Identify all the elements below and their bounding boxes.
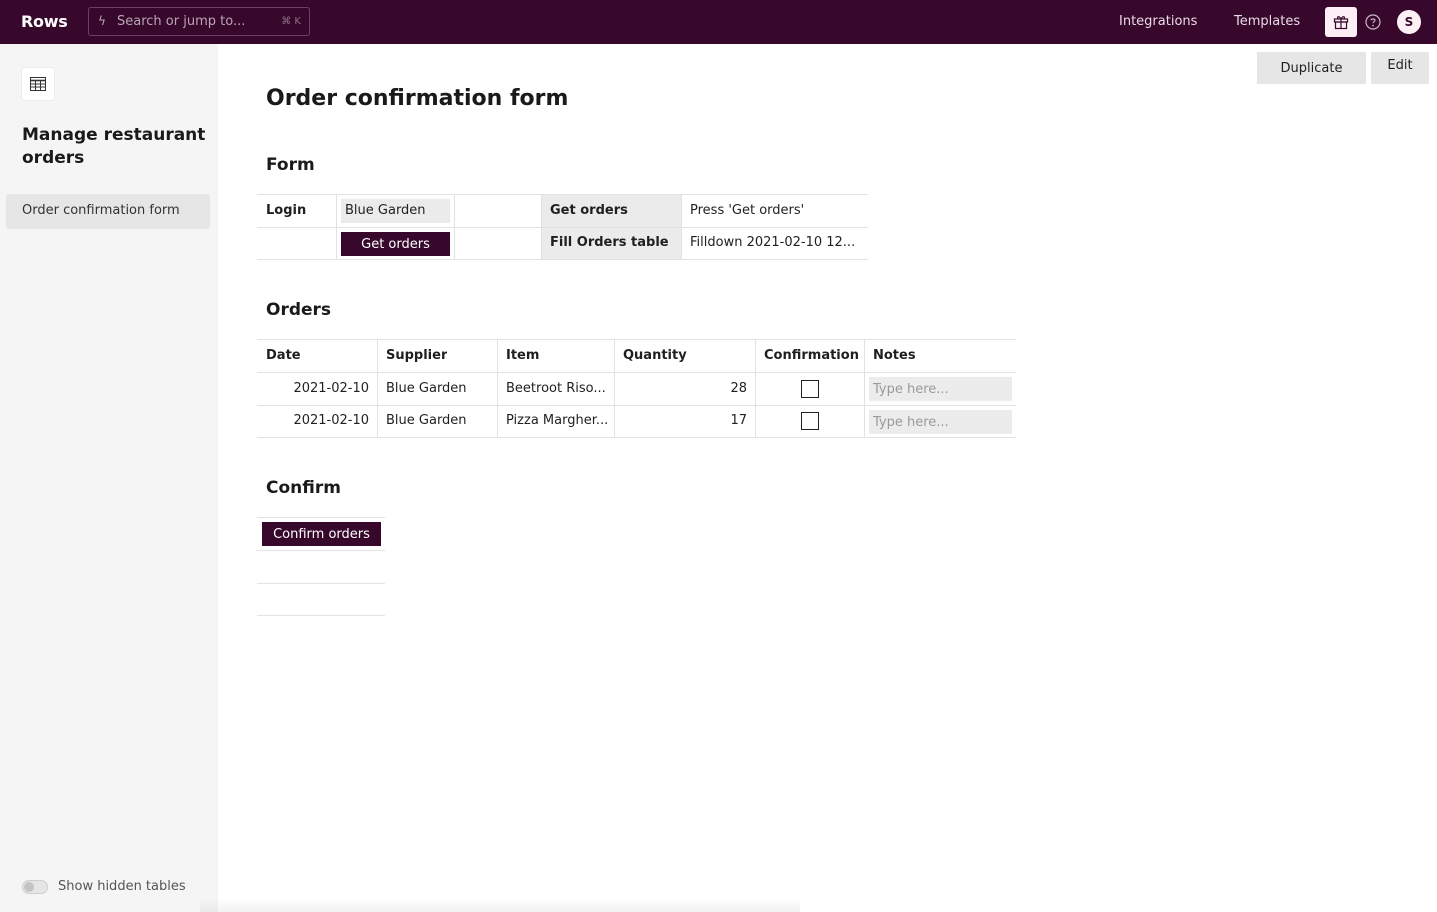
confirm-section-title: Confirm xyxy=(266,478,341,498)
notes-input[interactable] xyxy=(869,377,1012,401)
sidebar: Manage restaurant orders Order confirmat… xyxy=(0,44,218,912)
step-2-label: Fill Orders table xyxy=(550,235,669,250)
login-value: Blue Garden xyxy=(345,203,426,218)
sidebar-title: Manage restaurant orders xyxy=(22,125,206,168)
sidebar-item-label: Order confirmation form xyxy=(22,203,180,218)
orders-section-title: Orders xyxy=(266,300,332,320)
help-icon[interactable] xyxy=(1365,14,1381,30)
column-header-notes: Notes xyxy=(873,348,916,363)
order-item[interactable]: Pizza Margher... xyxy=(506,413,610,428)
order-item[interactable]: Beetroot Riso... xyxy=(506,381,610,396)
order-quantity[interactable]: 28 xyxy=(623,381,747,396)
duplicate-button[interactable]: Duplicate xyxy=(1257,52,1366,84)
step-1-status: Press 'Get orders' xyxy=(690,203,805,218)
column-header-date: Date xyxy=(266,348,301,363)
search-placeholder: Search or jump to... xyxy=(117,14,246,29)
page-title: Order confirmation form xyxy=(266,86,569,111)
show-hidden-tables-label: Show hidden tables xyxy=(58,879,186,894)
gift-button[interactable] xyxy=(1325,7,1357,37)
top-bar: Rows ϟ Search or jump to... ⌘ K Integrat… xyxy=(0,0,1437,44)
bolt-icon: ϟ xyxy=(98,14,106,28)
avatar[interactable]: S xyxy=(1397,10,1421,34)
column-header-supplier: Supplier xyxy=(386,348,448,363)
gift-icon xyxy=(1333,16,1349,30)
spreadsheet-button[interactable] xyxy=(22,68,54,100)
form-section-title: Form xyxy=(266,155,315,175)
table-icon xyxy=(30,77,46,91)
step-2-status: Filldown 2021-02-10 12... xyxy=(690,235,856,250)
notes-input[interactable] xyxy=(869,410,1012,434)
show-hidden-tables-toggle[interactable] xyxy=(22,880,48,894)
edit-button[interactable]: Edit xyxy=(1371,52,1429,84)
confirmation-checkbox[interactable] xyxy=(801,412,819,430)
order-date[interactable]: 2021-02-10 xyxy=(266,381,369,396)
order-supplier[interactable]: Blue Garden xyxy=(386,381,492,396)
login-field[interactable]: Blue Garden xyxy=(341,199,450,223)
nav-templates[interactable]: Templates xyxy=(1234,14,1300,29)
column-header-confirmation: Confirmation xyxy=(764,348,859,363)
login-label: Login xyxy=(266,203,307,218)
order-date[interactable]: 2021-02-10 xyxy=(266,413,369,428)
get-orders-button[interactable]: Get orders xyxy=(341,232,450,256)
confirmation-checkbox[interactable] xyxy=(801,380,819,398)
sidebar-item-order-confirmation-form[interactable]: Order confirmation form xyxy=(6,194,210,229)
app-logo[interactable]: Rows xyxy=(21,12,68,31)
order-quantity[interactable]: 17 xyxy=(623,413,747,428)
column-header-item: Item xyxy=(506,348,540,363)
column-header-quantity: Quantity xyxy=(623,348,687,363)
step-1-label: Get orders xyxy=(550,203,628,218)
confirm-orders-button[interactable]: Confirm orders xyxy=(262,522,381,546)
nav-integrations[interactable]: Integrations xyxy=(1119,14,1197,29)
bottom-shadow xyxy=(200,898,800,912)
order-supplier[interactable]: Blue Garden xyxy=(386,413,492,428)
search-box[interactable]: ϟ Search or jump to... ⌘ K xyxy=(88,7,310,36)
search-shortcut: ⌘ K xyxy=(281,16,301,27)
